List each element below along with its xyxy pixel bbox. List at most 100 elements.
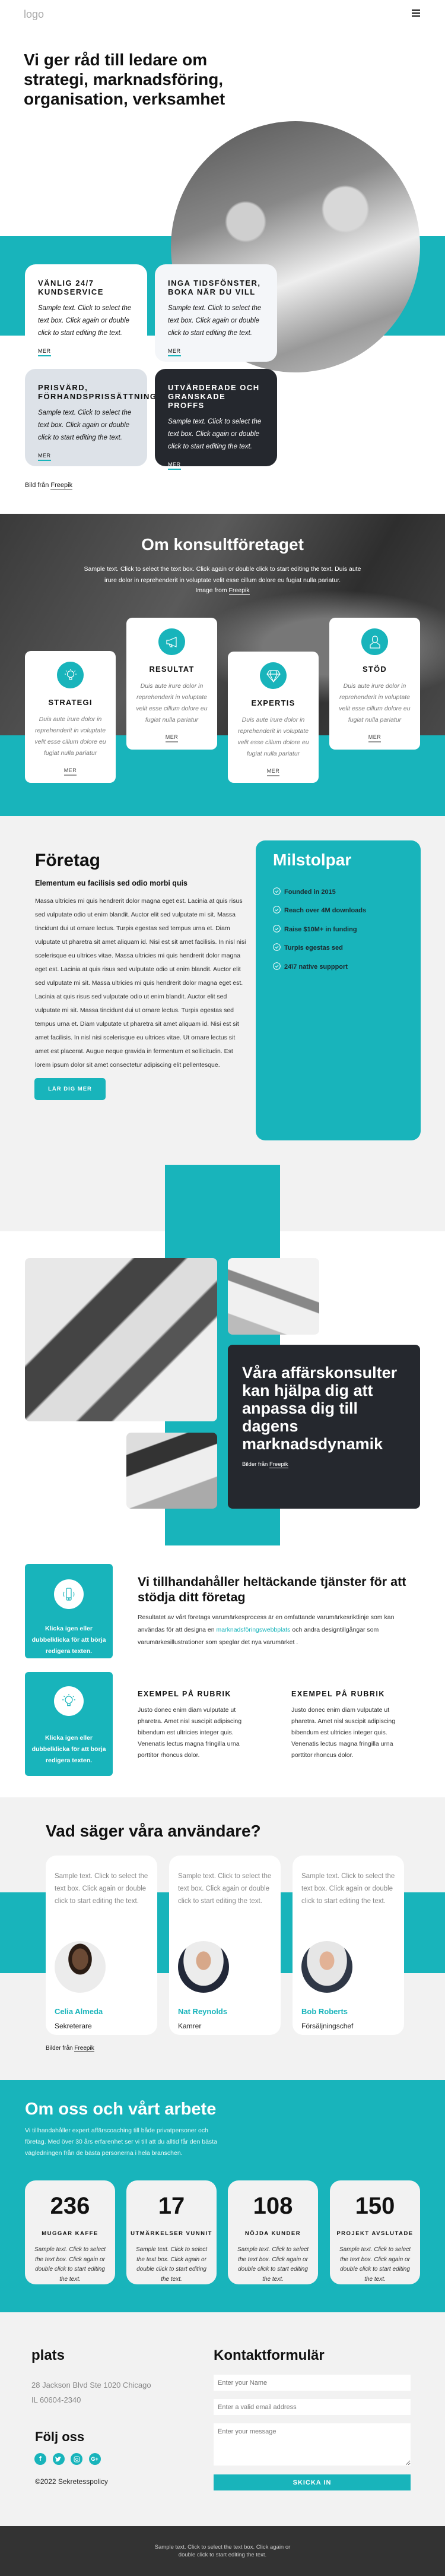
feature-card-1: Vänlig 24/7 kundservice Sample text. Cli… bbox=[25, 264, 147, 362]
twitter-icon[interactable] bbox=[52, 2453, 65, 2465]
stat-text: Sample text. Click to select the text bo… bbox=[34, 2246, 106, 2283]
hero-title: Vi ger råd till ledare om strategi, mark… bbox=[24, 50, 225, 108]
social-icons: f G+ bbox=[34, 2453, 101, 2465]
name-input[interactable] bbox=[214, 2375, 411, 2391]
consultants-title: Våra affärskonsulter kan hjälpa dig att … bbox=[242, 1364, 398, 1453]
follow-title: Följ oss bbox=[35, 2429, 85, 2444]
company-subtitle: Elementum eu facilisis sed odio morbi qu… bbox=[35, 879, 188, 887]
about-credit: Image from Freepik bbox=[0, 587, 445, 595]
stat-label: UTMÄRKELSER VUNNIT bbox=[131, 2230, 212, 2237]
lightbulb-icon bbox=[54, 1686, 84, 1716]
card-text: Sample text. Click to select the text bo… bbox=[38, 305, 132, 337]
more-link[interactable]: MER bbox=[168, 462, 181, 470]
copyright[interactable]: ©2022 Sekretesspolicy bbox=[35, 2477, 108, 2486]
check-circle-icon bbox=[273, 962, 281, 972]
more-link[interactable]: MER bbox=[368, 734, 382, 742]
contact-section bbox=[0, 2312, 445, 2526]
testimonial-role: Kamrer bbox=[178, 2022, 202, 2030]
address-line-1: 28 Jackson Blvd Ste 1020 Chicago bbox=[31, 2381, 151, 2389]
team-meeting-image bbox=[25, 1258, 217, 1421]
laptop-coffee-image bbox=[126, 1433, 217, 1509]
stat-value: 17 bbox=[158, 2193, 185, 2219]
message-input[interactable] bbox=[214, 2423, 411, 2466]
logo[interactable]: logo bbox=[24, 8, 44, 21]
info-box-text: Klicka igen eller dubbelklicka för att b… bbox=[31, 1625, 106, 1655]
stat-label: MUGGAR KAFFE bbox=[42, 2230, 98, 2237]
testimonial-role: Försäljningschef bbox=[301, 2022, 354, 2030]
services-title: Vi tillhandahåller heltäckande tjänster … bbox=[138, 1575, 406, 1604]
testimonial-text: Sample text. Click to select the text bo… bbox=[178, 1873, 272, 1905]
learn-more-button[interactable]: LÄR DIG MER bbox=[34, 1078, 106, 1100]
check-circle-icon bbox=[273, 943, 281, 953]
freepik-link[interactable]: Freepik bbox=[228, 587, 250, 595]
google-plus-icon[interactable]: G+ bbox=[88, 2453, 101, 2465]
stat-value: 150 bbox=[355, 2193, 395, 2219]
more-link[interactable]: MER bbox=[38, 453, 51, 461]
avatar bbox=[301, 1941, 352, 1993]
stats-title: Om oss och vårt arbete bbox=[25, 2100, 217, 2119]
info-box-1: Klicka igen eller dubbelklicka för att b… bbox=[25, 1564, 113, 1658]
info-box-text: Klicka igen eller dubbelklicka för att b… bbox=[31, 1734, 106, 1764]
milestone-text: Reach over 4M downloads bbox=[284, 907, 367, 915]
consultants-credit: Bilder från Freepik bbox=[242, 1461, 406, 1468]
more-link[interactable]: MER bbox=[165, 734, 179, 742]
submit-button[interactable]: SKICKA IN bbox=[214, 2474, 411, 2490]
avatar bbox=[178, 1941, 229, 1993]
marketing-website-link[interactable]: marknadsföringswebbplats bbox=[217, 1626, 291, 1633]
facebook-icon[interactable]: f bbox=[34, 2453, 46, 2465]
stat-label: PROJEKT AVSLUTADE bbox=[336, 2230, 414, 2237]
stat-value: 236 bbox=[50, 2193, 90, 2219]
testimonial-role: Sekreterare bbox=[55, 2022, 92, 2030]
email-input[interactable] bbox=[214, 2399, 411, 2415]
testimonial-card: Sample text. Click to select the text bo… bbox=[46, 1856, 157, 2035]
avatar bbox=[55, 1941, 106, 1993]
freepik-link[interactable]: Freepik bbox=[50, 482, 73, 489]
hamburger-icon[interactable] bbox=[412, 10, 420, 17]
feature-title: EXPERTIS bbox=[251, 698, 295, 707]
about-title: Om konsultföretaget bbox=[141, 535, 304, 554]
card-text: Sample text. Click to select the text bo… bbox=[168, 305, 262, 337]
check-circle-icon bbox=[273, 924, 281, 934]
milestone-text: Raise $10M+ in funding bbox=[284, 925, 357, 933]
testimonial-card: Sample text. Click to select the text bo… bbox=[169, 1856, 281, 2035]
more-link[interactable]: MER bbox=[266, 768, 280, 776]
testimonial-text: Sample text. Click to select the text bo… bbox=[55, 1873, 148, 1905]
instagram-icon[interactable] bbox=[71, 2453, 82, 2465]
more-link[interactable]: MER bbox=[63, 767, 77, 776]
footer: Sample text. Click to select the text bo… bbox=[0, 2526, 445, 2576]
card-title: Vänlig 24/7 kundservice bbox=[38, 279, 104, 296]
stat-text: Sample text. Click to select the text bo… bbox=[135, 2246, 208, 2283]
testimonial-name: Celia Almeda bbox=[55, 2007, 103, 2016]
milestones-card: Milstolpar Founded in 2015 Reach over 4M… bbox=[256, 840, 421, 1140]
credit-prefix: Bilder från bbox=[46, 2045, 73, 2052]
stat-value: 108 bbox=[253, 2193, 293, 2219]
milestone-text: Founded in 2015 bbox=[284, 888, 336, 896]
company-text: Massa ultricies mi quis hendrerit dolor … bbox=[35, 897, 246, 1069]
card-title: Prisvärd, förhandsprissättning bbox=[38, 383, 157, 401]
check-circle-icon bbox=[273, 906, 281, 915]
milestone-item: Raise $10M+ in funding bbox=[273, 920, 421, 939]
feature-text: Duis aute irure dolor in reprehenderit i… bbox=[34, 716, 106, 757]
milestone-text: 24\7 native suppport bbox=[284, 963, 348, 971]
phone-icon bbox=[54, 1579, 84, 1609]
card-text: Sample text. Click to select the text bo… bbox=[168, 418, 262, 450]
info-box-2: Klicka igen eller dubbelklicka för att b… bbox=[25, 1672, 113, 1776]
freepik-link[interactable]: Freepik bbox=[74, 2045, 94, 2052]
address-line-2: IL 60604-2340 bbox=[31, 2395, 81, 2404]
feature-title: STRATEGI bbox=[48, 698, 93, 707]
feature-card-3: Prisvärd, förhandsprissättning Sample te… bbox=[25, 369, 157, 466]
freepik-link[interactable]: Freepik bbox=[269, 1461, 288, 1468]
stat-text: Sample text. Click to select the text bo… bbox=[339, 2246, 411, 2283]
card-title: Utvärderade och granskade proffs bbox=[168, 383, 260, 410]
card-title: Inga tidsfönster, boka när du vill bbox=[168, 279, 261, 296]
milestone-text: Turpis egestas sed bbox=[284, 944, 343, 952]
testimonial-name: Bob Roberts bbox=[301, 2007, 348, 2016]
services-text: Resultatet av vårt företags varumärkespr… bbox=[138, 1611, 411, 1649]
feature-text: Duis aute irure dolor in reprehenderit i… bbox=[339, 682, 411, 723]
testimonials-title: Vad säger våra användare? bbox=[46, 1822, 261, 1840]
location-title: plats bbox=[31, 2347, 65, 2363]
more-link[interactable]: MER bbox=[168, 348, 181, 356]
person-icon bbox=[361, 628, 388, 655]
more-link[interactable]: MER bbox=[38, 348, 51, 356]
stats-text: Vi tillhandahåller expert affärscoaching… bbox=[25, 2127, 217, 2157]
